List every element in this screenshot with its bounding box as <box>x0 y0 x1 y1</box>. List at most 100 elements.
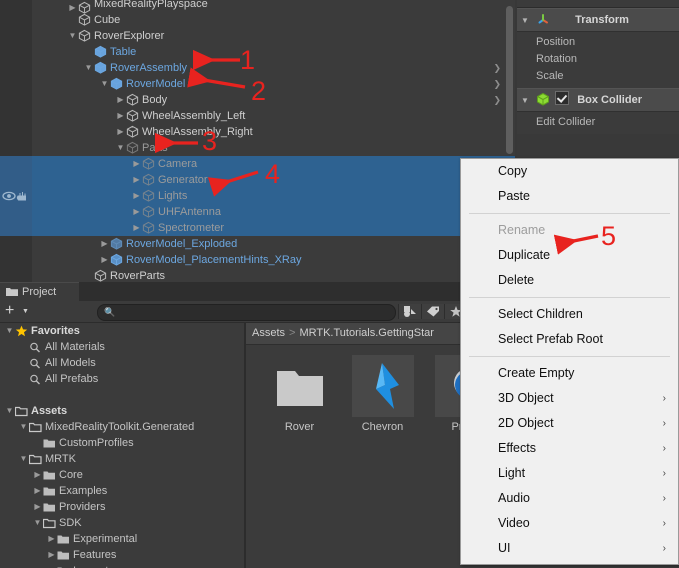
tab-project[interactable]: Project <box>0 282 79 301</box>
twirl-right-icon[interactable]: ▶ <box>131 188 142 204</box>
project-tree-item-all-models[interactable]: All Models <box>0 355 244 371</box>
hierarchy-row-body[interactable]: ▶ Camera <box>32 156 515 172</box>
chevron-down-icon[interactable]: ▼ <box>22 308 29 315</box>
add-asset-button[interactable]: + <box>5 303 14 319</box>
hierarchy-row-mixedrealityplayspace[interactable]: ▶ MixedRealityPlayspace <box>0 0 515 14</box>
twirl-down-icon[interactable]: ▼ <box>18 419 29 435</box>
project-tree-item-assets[interactable]: ▼ Assets <box>0 403 244 419</box>
twirl-right-icon[interactable]: ▶ <box>131 204 142 220</box>
visibility-gutter[interactable] <box>0 188 32 204</box>
twirl-right-icon[interactable]: ▶ <box>32 467 43 483</box>
twirl-down-icon[interactable]: ▼ <box>115 140 126 156</box>
asset-filter-icon[interactable] <box>398 304 421 319</box>
twirl-down-icon[interactable]: ▼ <box>32 515 43 531</box>
project-tree-item-providers[interactable]: ▶ Providers <box>0 499 244 515</box>
chevron-right-icon[interactable]: ❯ <box>493 76 501 92</box>
hierarchy-row-body[interactable]: Table <box>32 44 515 60</box>
menu-item-light[interactable]: Light › <box>461 461 678 486</box>
visibility-gutter[interactable] <box>0 92 32 108</box>
asset-cell[interactable]: Rover <box>258 355 341 433</box>
twirl-right-icon[interactable]: ▶ <box>46 547 57 563</box>
menu-item-camera[interactable]: Camera <box>461 561 678 564</box>
visibility-gutter[interactable] <box>0 124 32 140</box>
twirl-down-icon[interactable]: ▼ <box>4 323 15 339</box>
menu-item-paste[interactable]: Paste <box>461 184 678 209</box>
twirl-down-icon[interactable]: ▼ <box>4 403 15 419</box>
twirl-down-icon[interactable]: ▼ <box>67 28 78 44</box>
hierarchy-row-body[interactable]: ▶ RoverModel_PlacementHints_XRay <box>32 252 515 268</box>
asset-cell[interactable]: Chevron <box>341 355 424 433</box>
hierarchy-row-body[interactable]: RoverParts <box>32 268 515 282</box>
hierarchy-scrollbar[interactable] <box>506 6 513 154</box>
twirl-right-icon[interactable]: ▶ <box>131 220 142 236</box>
hierarchy-row-body[interactable]: ▶ Spectrometer <box>32 220 515 236</box>
hierarchy-row-lights[interactable]: ▶ Lights <box>0 188 515 204</box>
menu-item-audio[interactable]: Audio › <box>461 486 678 511</box>
breadcrumb-item-assets[interactable]: Assets <box>252 327 285 339</box>
project-folder-tree[interactable]: ▼ Favorites All Materials All Models All Pre… <box>0 323 244 568</box>
twirl-right-icon[interactable]: ▶ <box>32 499 43 515</box>
project-tree-item-features[interactable]: ▶ Features <box>0 547 244 563</box>
project-tree-item-sdk[interactable]: ▼ SDK <box>0 515 244 531</box>
menu-item-select-prefab-root[interactable]: Select Prefab Root <box>461 327 678 352</box>
hierarchy-row-parts[interactable]: ▼ Parts <box>0 140 515 156</box>
hierarchy-row-roverexplorer[interactable]: ▼ RoverExplorer <box>0 28 515 44</box>
twirl-right-icon[interactable]: ▶ <box>46 531 57 547</box>
hierarchy-row-cube[interactable]: Cube <box>0 12 515 28</box>
hierarchy-row-table[interactable]: Table <box>0 44 515 60</box>
chevron-thumb[interactable] <box>351 355 414 417</box>
hierarchy-row-body[interactable]: ▶ WheelAssembly_Left <box>32 108 515 124</box>
hierarchy-panel[interactable]: ▶ MixedRealityPlayspace Cube ▼ RoverExplorer… <box>0 0 515 282</box>
project-tree-item-mixedrealitytoolkit-generated[interactable]: ▼ MixedRealityToolkit.Generated <box>0 419 244 435</box>
visibility-gutter[interactable] <box>0 60 32 76</box>
visibility-gutter[interactable] <box>0 220 32 236</box>
twirl-right-icon[interactable]: ▶ <box>99 236 110 252</box>
menu-item-ui[interactable]: UI › <box>461 536 678 561</box>
component-header-transform[interactable]: ▼ Transform <box>517 8 679 32</box>
menu-item-3d-object[interactable]: 3D Object › <box>461 386 678 411</box>
hierarchy-row-roverassembly[interactable]: ▼ RoverAssembly ❯ <box>0 60 515 76</box>
hierarchy-row-spectrometer[interactable]: ▶ Spectrometer <box>0 220 515 236</box>
box-collider-enabled-checkbox[interactable] <box>555 91 570 105</box>
property-edit-collider[interactable]: Edit Collider <box>517 114 679 131</box>
chevron-down-icon[interactable]: ▼ <box>517 90 533 112</box>
twirl-down-icon[interactable]: ▼ <box>99 76 110 92</box>
twirl-right-icon[interactable]: ▶ <box>32 483 43 499</box>
hierarchy-context-menu[interactable]: Copy Paste Rename Duplicate Delete Select Chi… <box>460 158 679 565</box>
menu-item-delete[interactable]: Delete <box>461 268 678 293</box>
hierarchy-row-body[interactable]: ▶ UHFAntenna <box>32 204 515 220</box>
visibility-gutter[interactable] <box>0 156 32 172</box>
hierarchy-row-wheelassembly-right[interactable]: ▶ WheelAssembly_Right <box>0 124 515 140</box>
hierarchy-row-rovermodel[interactable]: ▼ RoverModel ❯ <box>0 76 515 92</box>
project-tree-item-mrtk[interactable]: ▼ MRTK <box>0 451 244 467</box>
project-tree-item-all-materials[interactable]: All Materials <box>0 339 244 355</box>
twirl-right-icon[interactable]: ▶ <box>131 172 142 188</box>
hierarchy-row-body[interactable]: ▼ RoverExplorer <box>32 28 515 44</box>
hierarchy-row-body[interactable]: ▼ Parts <box>32 140 515 156</box>
visibility-gutter[interactable] <box>0 76 32 92</box>
visibility-gutter[interactable] <box>0 108 32 124</box>
twirl-right-icon[interactable]: ▶ <box>99 252 110 268</box>
visibility-gutter[interactable] <box>0 252 32 268</box>
hierarchy-row-body[interactable]: ▶ WheelAssembly_Right <box>32 124 515 140</box>
hierarchy-row-body[interactable]: ▼ RoverAssembly ❯ <box>32 60 515 76</box>
breadcrumb-item-current[interactable]: MRTK.Tutorials.GettingStar <box>299 327 434 339</box>
twirl-right-icon[interactable]: ▶ <box>115 108 126 124</box>
twirl-right-icon[interactable]: ▶ <box>115 124 126 140</box>
hierarchy-row-camera[interactable]: ▶ Camera <box>0 156 515 172</box>
visibility-gutter[interactable] <box>0 140 32 156</box>
visibility-gutter[interactable] <box>0 28 32 44</box>
twirl-right-icon[interactable]: ▶ <box>46 563 57 568</box>
twirl-right-icon[interactable]: ▶ <box>115 92 126 108</box>
hierarchy-row-body[interactable]: ▶ RoverModel_Exploded <box>32 236 515 252</box>
menu-item-video[interactable]: Video › <box>461 511 678 536</box>
chevron-down-icon[interactable]: ▼ <box>517 10 533 32</box>
component-header-box-collider[interactable]: ▼ Box Collider <box>517 88 679 112</box>
project-tree-item-all-prefabs[interactable]: All Prefabs <box>0 371 244 387</box>
menu-item-2d-object[interactable]: 2D Object › <box>461 411 678 436</box>
property-scale[interactable]: Scale <box>517 68 679 85</box>
twirl-down-icon[interactable]: ▼ <box>83 60 94 76</box>
property-rotation[interactable]: Rotation <box>517 51 679 68</box>
project-tree-item-examples[interactable]: ▶ Examples <box>0 483 244 499</box>
menu-item-create-empty[interactable]: Create Empty <box>461 361 678 386</box>
